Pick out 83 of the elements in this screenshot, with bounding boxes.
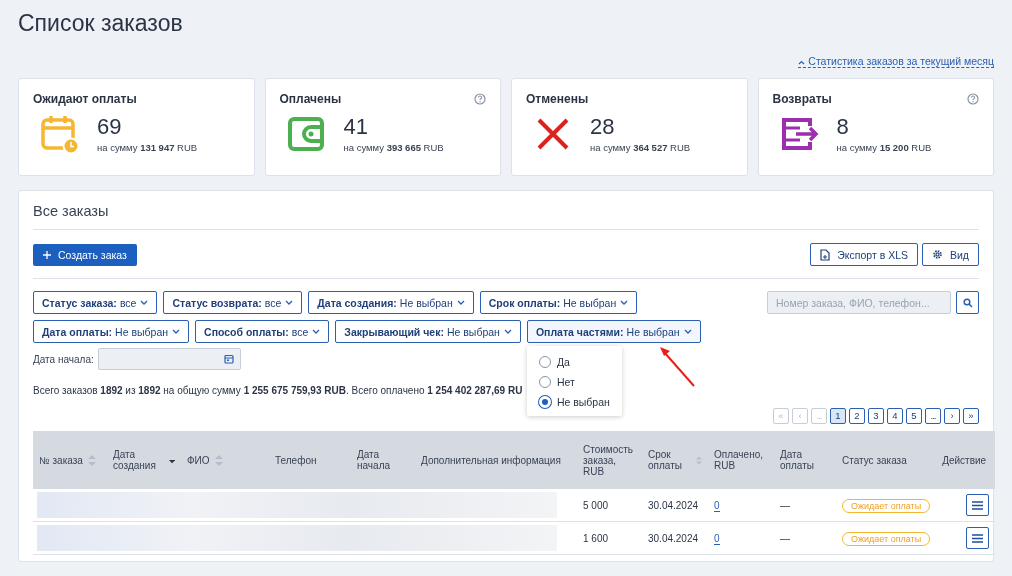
radio-option[interactable]: Не выбран (526, 392, 622, 412)
card-title: Оплачены (279, 92, 342, 106)
page-button[interactable]: 3 (868, 408, 884, 424)
table-cell: — (774, 521, 836, 555)
filter-dropdown[interactable]: Дата оплаты: Не выбран (33, 320, 190, 343)
column-header: Дополнительная информация (421, 454, 561, 466)
page-button[interactable]: 5 (906, 408, 922, 424)
paid-link[interactable]: 0 (714, 499, 720, 512)
caret-icon (312, 329, 321, 334)
ellipsis-button[interactable]: ... (925, 408, 941, 424)
search-button[interactable] (956, 291, 979, 314)
sum-text: на сумму 15 200 RUB (836, 142, 932, 153)
filter-dropdown[interactable]: Срок оплаты: Не выбран (479, 291, 638, 314)
order-count: 69 (97, 115, 123, 139)
wallet-icon (286, 114, 327, 154)
filter-dropdown[interactable]: Статус возврата: все (163, 291, 303, 314)
filter-dropdown[interactable]: Оплата частями: Не выбран (526, 320, 701, 343)
create-order-button[interactable]: Создать заказ (33, 243, 137, 266)
column-header: Оплачено, RUB (714, 449, 764, 471)
search-field[interactable]: Номер заказа, ФИО, телефон... (767, 291, 951, 314)
chevron-up-icon (798, 60, 806, 65)
filter-dropdown[interactable]: Дата создания: Не выбран (308, 291, 474, 314)
table-cell: 1 600 (577, 521, 642, 555)
last-page-button[interactable]: » (963, 408, 979, 424)
caret-icon (620, 300, 629, 305)
file-icon (820, 248, 831, 261)
order-count: 28 (590, 115, 616, 139)
radio-option[interactable]: Да (526, 352, 622, 372)
view-button[interactable]: Вид (922, 243, 979, 266)
table-cell: 5 000 (577, 489, 642, 522)
page-button[interactable]: 4 (887, 408, 903, 424)
search-icon (962, 297, 973, 308)
caret-icon (285, 300, 294, 305)
filter-dropdown[interactable]: Закрывающий чек: Не выбран (335, 320, 521, 343)
caret-icon (140, 300, 149, 305)
column-header: Срок оплаты (648, 449, 683, 471)
menu-icon (972, 533, 983, 543)
radio-option[interactable]: Нет (526, 372, 622, 392)
plus-icon (43, 250, 51, 259)
column-header: Дата оплаты (780, 449, 815, 471)
table-cell: 30.04.2024 (642, 489, 708, 522)
filter-dropdown[interactable]: Способ оплаты: все (195, 320, 330, 343)
caret-icon (456, 300, 465, 305)
order-count: 41 (343, 115, 369, 139)
paid-link[interactable]: 0 (714, 532, 720, 545)
card-title: Ожидают оплаты (33, 92, 137, 106)
column-header: Стоимость заказа, RUB (583, 443, 635, 477)
settings-icon (932, 249, 943, 260)
menu-button[interactable] (966, 527, 989, 549)
stats-link[interactable]: Статистика заказов за текущий месяц (798, 55, 994, 68)
date-field[interactable] (97, 348, 241, 370)
table-cell: 30.04.2024 (642, 521, 708, 555)
page-button[interactable]: 2 (849, 408, 865, 424)
sum-text: на сумму 393 665 RUB (343, 142, 444, 153)
caret-icon (683, 329, 692, 334)
column-header: Телефон (275, 454, 317, 466)
next-page-button[interactable]: › (944, 408, 960, 424)
calendar-clock-icon (40, 114, 80, 154)
calendar-icon (223, 354, 234, 364)
card-title: Отменены (526, 92, 589, 106)
column-header: Дата создания (113, 449, 157, 471)
summary-text: Всего заказов 1892 из 1892 на общую сумму 1 255 675 759,93 RUB. Всего оплачено 1 254 402 287,69 RU (33, 385, 524, 396)
menu-button[interactable] (966, 494, 989, 516)
caret-icon (503, 329, 512, 334)
annotation-arrow (657, 346, 698, 388)
sum-text: на сумму 364 527 RUB (590, 142, 691, 153)
field-label: Дата начала: (33, 353, 94, 365)
column-header: ФИО (187, 454, 210, 466)
export-button[interactable]: Экспорт в XLS (810, 243, 918, 266)
panel-title: Все заказы (33, 191, 979, 230)
page-title: Список заказов (18, 9, 184, 37)
card-title: Возвраты (772, 92, 832, 106)
page-button[interactable]: 1 (830, 408, 846, 424)
column-header: Дата начала (357, 449, 392, 471)
filter-dropdown[interactable]: Статус заказа: все (33, 291, 158, 314)
order-count: 8 (836, 115, 850, 139)
column-header: Статус заказа (842, 454, 907, 466)
column-header: № заказа (39, 454, 83, 466)
caret-icon (172, 329, 181, 334)
column-header: Действие (942, 454, 987, 466)
sum-text: на сумму 131 947 RUB (97, 142, 198, 153)
table-cell: — (774, 489, 836, 522)
menu-icon (972, 500, 983, 510)
